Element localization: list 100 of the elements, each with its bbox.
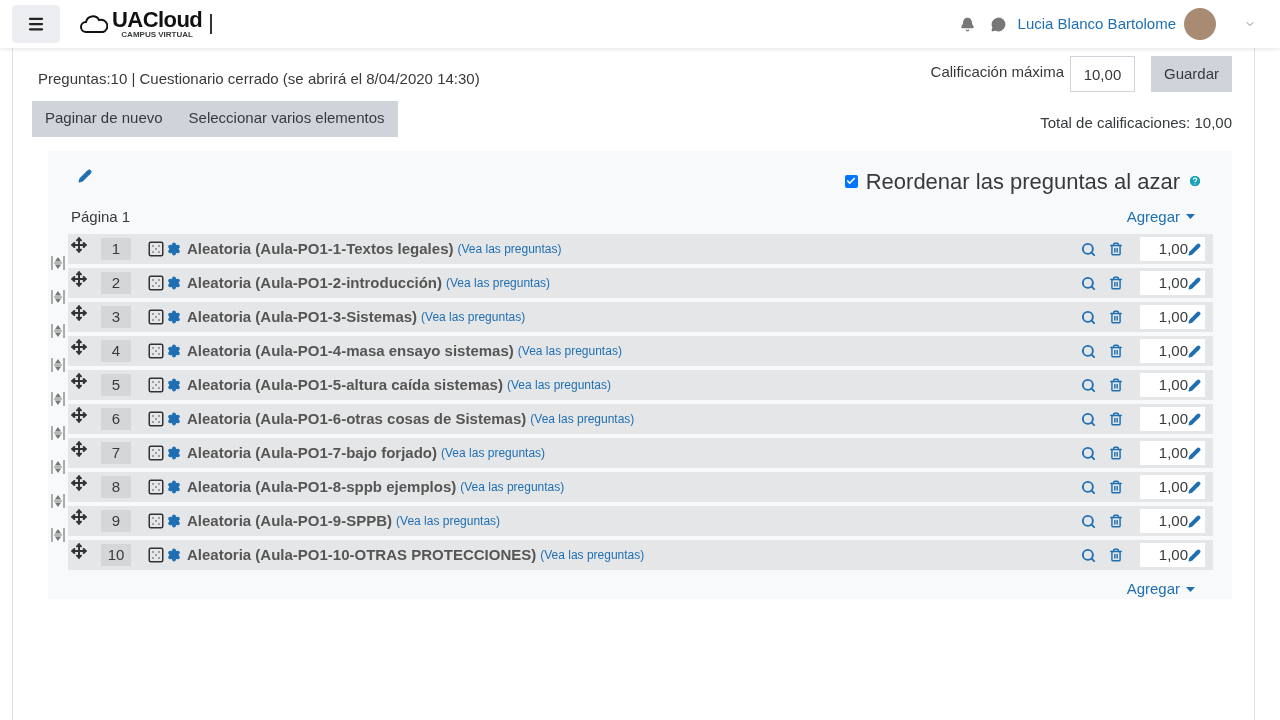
- edit-icon: [1188, 242, 1201, 256]
- question-number: 10: [101, 544, 131, 566]
- trash-icon: [1109, 344, 1123, 358]
- mark-field[interactable]: 1,00: [1140, 271, 1205, 295]
- gear-icon: [167, 548, 181, 562]
- gear-icon: [167, 242, 181, 256]
- view-questions-link[interactable]: (Vea las preguntas): [441, 444, 546, 462]
- mark-field[interactable]: 1,00: [1140, 543, 1205, 567]
- question-number: 7: [101, 442, 131, 464]
- view-questions-link[interactable]: (Vea las preguntas): [540, 546, 645, 564]
- page-break-icon[interactable]: [51, 256, 65, 270]
- mark-field[interactable]: 1,00: [1140, 237, 1205, 261]
- edit-icon: [1188, 310, 1201, 324]
- gear-icon: [167, 480, 181, 494]
- caret-icon: [1186, 586, 1195, 592]
- toolbar-button[interactable]: Paginar de nuevo: [32, 100, 176, 137]
- move-icon: [71, 475, 87, 491]
- mark-field[interactable]: 1,00: [1140, 305, 1205, 329]
- question-title: Aleatoria (Aula-PO1-3-Sistemas): [187, 306, 418, 327]
- dice-icon: [147, 274, 165, 292]
- question-number: 1: [101, 238, 131, 260]
- quiz-info: Preguntas:10 | Cuestionario cerrado (se abrirá el 8/04/2020 14:30): [38, 69, 480, 89]
- move-icon: [71, 271, 87, 287]
- add-dropdown[interactable]: Agregar: [1126, 578, 1195, 601]
- preview-icon: [1081, 309, 1096, 325]
- dice-icon: [147, 512, 165, 530]
- gear-icon: [167, 378, 181, 392]
- view-questions-link[interactable]: (Vea las preguntas): [457, 240, 562, 258]
- add-dropdown[interactable]: Agregar: [1126, 205, 1195, 228]
- trash-icon: [1109, 378, 1123, 392]
- page-break-icon[interactable]: [51, 426, 65, 440]
- dice-icon: [147, 308, 165, 326]
- trash-icon: [1109, 514, 1123, 528]
- save-button[interactable]: Guardar: [1150, 56, 1232, 92]
- trash-icon: [1109, 548, 1123, 562]
- page-break-icon[interactable]: [51, 494, 65, 508]
- toolbar-button[interactable]: Seleccionar varios elementos: [175, 100, 398, 137]
- question-number: 2: [101, 272, 131, 294]
- caret-icon: [1186, 214, 1195, 220]
- max-grade-field[interactable]: 10,00: [1069, 56, 1135, 92]
- view-questions-link[interactable]: (Vea las preguntas): [446, 274, 551, 292]
- trash-icon: [1109, 412, 1123, 426]
- logo-text: UACloud: [112, 9, 203, 31]
- dice-icon: [147, 478, 165, 496]
- question-title: Aleatoria (Aula-PO1-8-sppb ejemplos): [187, 476, 457, 497]
- question-title: Aleatoria (Aula-PO1-9-SPPB): [187, 510, 393, 531]
- shuffle-checkbox[interactable]: [844, 174, 858, 188]
- view-questions-link[interactable]: (Vea las preguntas): [460, 478, 565, 496]
- move-icon: [71, 373, 87, 389]
- edit-icon: [1188, 378, 1201, 392]
- view-questions-link[interactable]: (Vea las preguntas): [530, 410, 635, 428]
- dice-icon: [147, 410, 165, 428]
- view-questions-link[interactable]: (Vea las preguntas): [506, 376, 611, 394]
- page-break-icon[interactable]: [51, 528, 65, 542]
- page-break-icon[interactable]: [51, 392, 65, 406]
- page-break-icon[interactable]: [51, 358, 65, 372]
- trash-icon: [1109, 242, 1123, 256]
- question-number: 9: [101, 510, 131, 532]
- view-questions-link[interactable]: (Vea las preguntas): [421, 308, 526, 326]
- dice-icon: [147, 376, 165, 394]
- question-number: 8: [101, 476, 131, 498]
- edit-icon: [1188, 276, 1201, 290]
- page-break-icon[interactable]: [51, 460, 65, 474]
- mark-field[interactable]: 1,00: [1140, 373, 1205, 397]
- move-icon: [71, 509, 87, 525]
- edit-icon: [1188, 344, 1201, 358]
- trash-icon: [1109, 480, 1123, 494]
- view-questions-link[interactable]: (Vea las preguntas): [517, 342, 622, 360]
- preview-icon: [1081, 445, 1096, 461]
- user-name[interactable]: Lucia Blanco Bartolome: [1017, 12, 1176, 36]
- question-number: 6: [101, 408, 131, 430]
- gear-icon: [167, 446, 181, 460]
- preview-icon: [1081, 513, 1096, 529]
- move-icon: [71, 339, 87, 355]
- mark-field[interactable]: 1,00: [1140, 441, 1205, 465]
- mark-field[interactable]: 1,00: [1140, 509, 1205, 533]
- menu-icon: [27, 15, 45, 33]
- menu-button[interactable]: [12, 5, 60, 43]
- shuffle-label: Reordenar las preguntas al azar: [865, 167, 1180, 196]
- question-number: 5: [101, 374, 131, 396]
- mark-field[interactable]: 1,00: [1140, 475, 1205, 499]
- trash-icon: [1109, 276, 1123, 290]
- gear-icon: [167, 344, 181, 358]
- gear-icon: [167, 412, 181, 426]
- question-title: Aleatoria (Aula-PO1-2-introducción): [187, 272, 443, 293]
- bell-icon: [959, 16, 975, 32]
- mark-field[interactable]: 1,00: [1140, 407, 1205, 431]
- question-title: Aleatoria (Aula-PO1-5-altura caída sistemas): [187, 374, 503, 395]
- preview-icon: [1081, 343, 1096, 359]
- page-break-icon[interactable]: [51, 324, 65, 338]
- edit-icon: [1188, 412, 1201, 426]
- trash-icon: [1109, 446, 1123, 460]
- avatar[interactable]: [1184, 8, 1216, 40]
- gear-icon: [167, 514, 181, 528]
- page-break-icon[interactable]: [51, 290, 65, 304]
- dice-icon: [147, 444, 165, 462]
- view-questions-link[interactable]: (Vea las preguntas): [396, 512, 501, 530]
- page-label: Página 1: [71, 206, 131, 227]
- question-number: 3: [101, 306, 131, 328]
- mark-field[interactable]: 1,00: [1140, 339, 1205, 363]
